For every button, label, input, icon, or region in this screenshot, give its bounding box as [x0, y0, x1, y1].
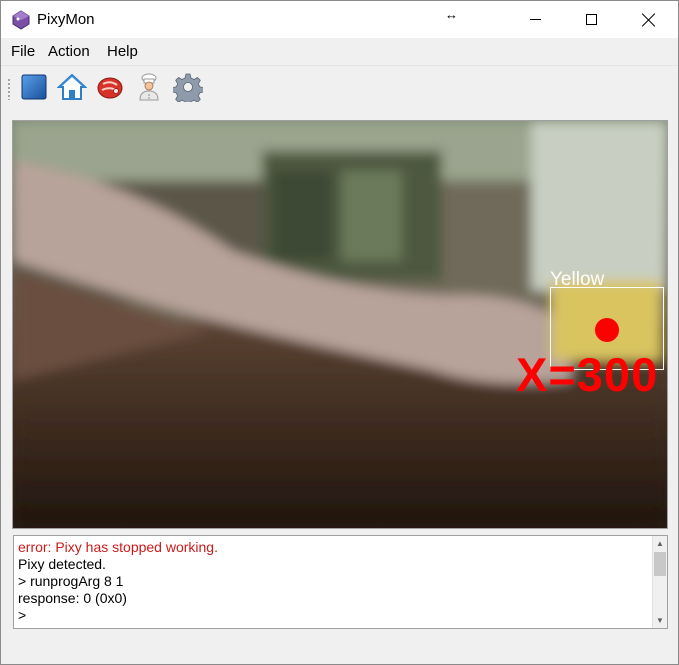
toolbar	[1, 65, 678, 109]
x-coordinate-label: X=300	[516, 348, 659, 401]
menu-bar: File Action Help	[1, 39, 678, 63]
toolbar-grip[interactable]	[7, 78, 11, 100]
minimize-button[interactable]	[506, 1, 564, 38]
home-button[interactable]	[56, 72, 88, 102]
run-stop-icon	[21, 74, 47, 100]
pixymon-app-icon	[11, 10, 31, 30]
menu-file[interactable]: File	[11, 43, 35, 60]
console-scrollbar[interactable]: ▲ ▼	[652, 536, 667, 628]
pixymon-window: PixyMon ↔ File Action Help Yellow X=300 …	[0, 0, 679, 665]
console-line: response: 0 (0x0)	[18, 590, 127, 606]
window-title: PixyMon	[37, 11, 95, 28]
menu-action[interactable]: Action	[48, 43, 90, 60]
scroll-thumb[interactable]	[654, 552, 666, 576]
gear-icon	[171, 73, 205, 106]
run-stop-button[interactable]	[19, 72, 49, 102]
target-dot-icon	[595, 318, 619, 342]
console-prompt[interactable]: >	[18, 607, 218, 624]
console-output[interactable]: error: Pixy has stopped working. Pixy de…	[13, 535, 668, 629]
console-line: > runprogArg 8 1	[18, 573, 124, 589]
settings-button[interactable]	[171, 72, 205, 106]
console-line: Pixy detected.	[18, 556, 106, 572]
menu-help[interactable]: Help	[107, 43, 138, 60]
chef-icon	[139, 73, 159, 101]
cooked-video-button[interactable]	[134, 72, 164, 102]
scroll-up-arrow-icon[interactable]: ▲	[653, 536, 667, 551]
video-view[interactable]: Yellow X=300	[12, 120, 668, 529]
home-icon	[56, 73, 88, 100]
console-lines: error: Pixy has stopped working. Pixy de…	[18, 539, 218, 624]
maximize-button[interactable]	[562, 1, 620, 38]
raw-video-icon	[97, 77, 123, 99]
title-bar[interactable]: PixyMon ↔	[1, 1, 678, 38]
close-icon	[642, 13, 656, 27]
minimize-icon	[529, 19, 541, 20]
close-button[interactable]	[620, 1, 678, 38]
resize-arrows-icon: ↔	[445, 7, 458, 22]
maximize-icon	[585, 14, 597, 25]
console-line-error: error: Pixy has stopped working.	[18, 539, 218, 555]
scroll-down-arrow-icon[interactable]: ▼	[653, 613, 667, 628]
raw-video-button[interactable]	[95, 72, 125, 102]
